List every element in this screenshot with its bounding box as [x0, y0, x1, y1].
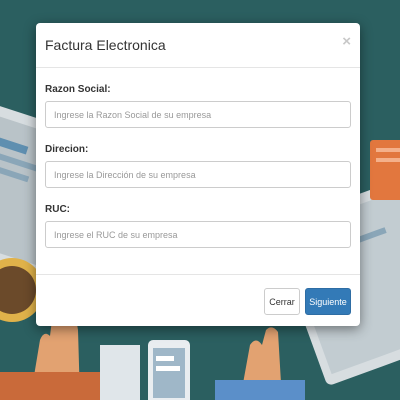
modal-header: Factura Electronica ×	[36, 23, 360, 68]
modal-footer: Cerrar Siguiente	[36, 274, 360, 326]
close-icon[interactable]: ×	[342, 34, 351, 49]
razon-social-label: Razon Social:	[45, 84, 111, 95]
direccion-input[interactable]	[45, 161, 351, 188]
modal-title: Factura Electronica	[45, 37, 166, 53]
direccion-label: Direcion:	[45, 144, 89, 155]
ruc-input[interactable]	[45, 221, 351, 248]
factura-modal: Factura Electronica × Razon Social: Dire…	[36, 23, 360, 326]
siguiente-button[interactable]: Siguiente	[305, 288, 351, 315]
razon-social-input[interactable]	[45, 101, 351, 128]
ruc-label: RUC:	[45, 204, 70, 215]
cerrar-button[interactable]: Cerrar	[264, 288, 300, 315]
